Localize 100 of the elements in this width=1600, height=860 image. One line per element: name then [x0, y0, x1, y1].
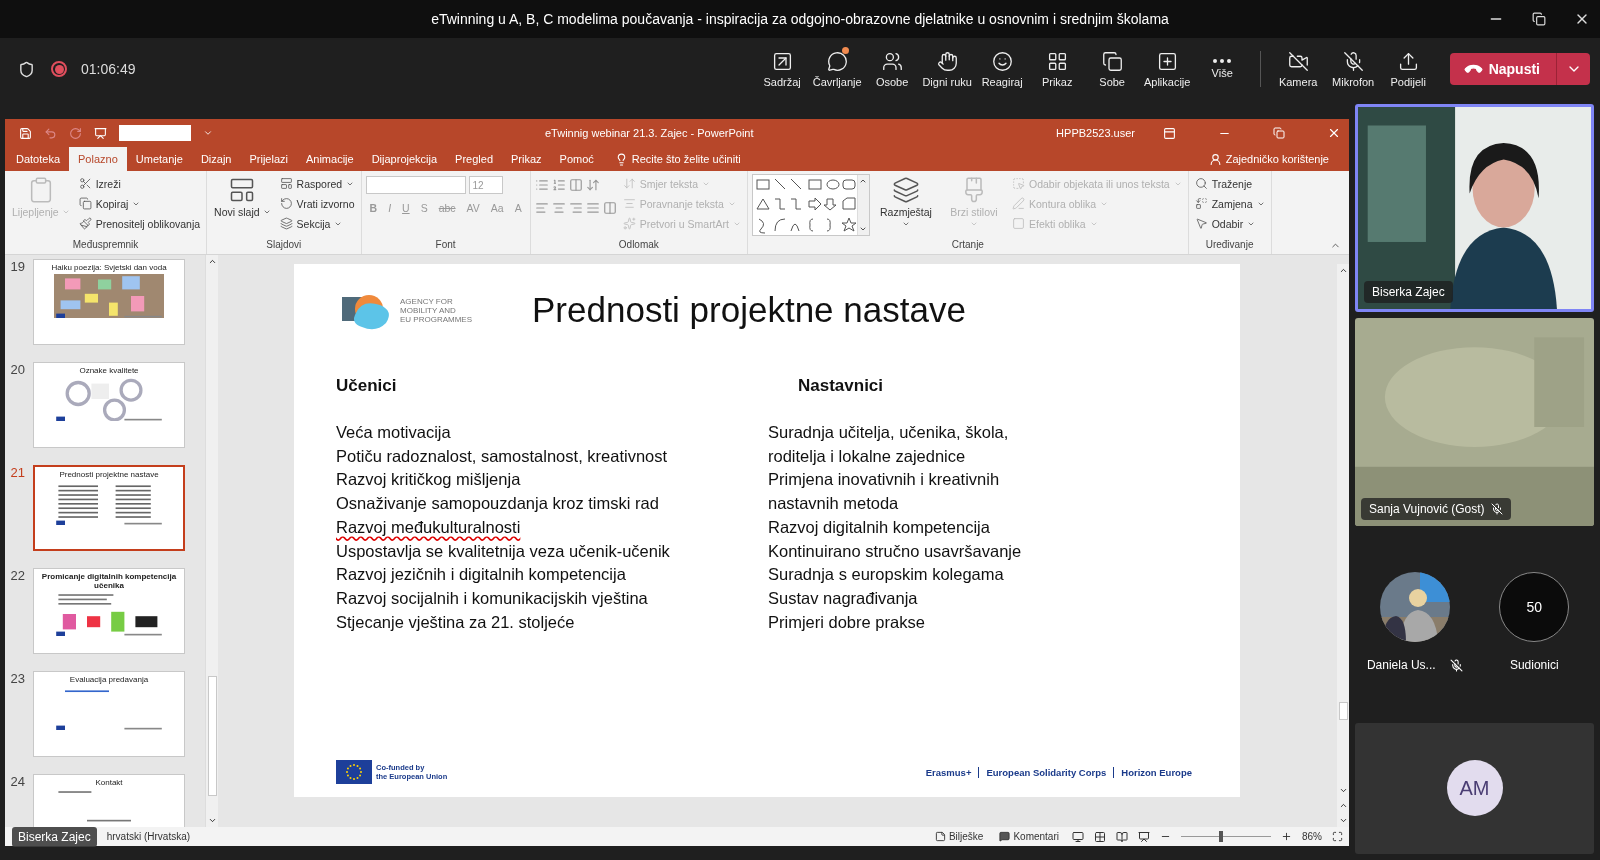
bullet-text: Veća motivacija [336, 422, 452, 443]
slide-thumbnail[interactable]: Promicanje digitalnih kompetencija učenika [33, 568, 185, 654]
comments-button[interactable]: Komentari [996, 831, 1062, 842]
bullet-text: Sustav nagrađivanja [768, 587, 919, 609]
slide-thumbnail[interactable]: Kontakt [33, 774, 185, 827]
toolbar-button[interactable]: Sobe [1084, 42, 1140, 96]
fit-icon[interactable] [1332, 831, 1343, 842]
sorter-view-icon[interactable] [1094, 830, 1106, 843]
notes-button[interactable]: Bilješke [931, 831, 987, 842]
video-tile[interactable]: AM [1355, 722, 1594, 854]
toolbar-button[interactable]: Više [1194, 42, 1250, 96]
slide-thumbnail[interactable]: Prednosti projektne nastave [33, 465, 185, 551]
participant-count[interactable]: 50 [1499, 572, 1570, 642]
ribbon-tab[interactable]: Animacije [296, 147, 363, 171]
font-field[interactable] [365, 176, 466, 194]
next-slide-icon[interactable] [1338, 816, 1348, 825]
eu-flag-icon [336, 760, 372, 784]
participant-name: Sudionici [1509, 658, 1559, 672]
ribbon-tab[interactable]: Pregled [446, 147, 502, 171]
ribbon-button[interactable]: Kopiraj [76, 194, 203, 213]
scroll-up-icon[interactable] [1338, 266, 1348, 275]
leave-options-button[interactable] [1556, 53, 1590, 85]
group-label: Odlomak [617, 239, 660, 252]
ribbon-button[interactable]: Odabir [1192, 214, 1267, 233]
ribbon-button[interactable]: Prenositelj oblikovanja [76, 214, 203, 233]
slide-thumbnail[interactable]: Evaluacija predavanja [33, 671, 185, 757]
restore-icon[interactable] [1532, 12, 1546, 26]
slide-number: 24 [9, 774, 25, 789]
copy-icon [78, 197, 92, 210]
scrollbar-thumb[interactable] [1338, 702, 1348, 720]
ribbon-tab[interactable]: Pomoć [550, 147, 603, 171]
scroll-up-icon[interactable] [207, 257, 217, 266]
user-name: HPPB2523.user [1056, 127, 1135, 139]
bullet-text: nastavnih metoda [768, 493, 900, 515]
share-button[interactable]: Zajedničko korištenje [1202, 147, 1335, 171]
ribbon-button[interactable]: Novi slajd [211, 174, 274, 239]
slide-thumbnail[interactable]: Oznake kvalitete [33, 362, 185, 448]
scroll-down-icon[interactable] [1338, 786, 1348, 795]
group-label: Međuspremnik [71, 239, 140, 252]
zoom-slider-thumb[interactable] [1219, 831, 1224, 842]
bullet-text: Potiču radoznalost, samostalnost, kreativnost [336, 445, 669, 467]
toolbar-button[interactable]: Mikrofon [1325, 42, 1381, 96]
ribbon-button[interactable]: Vrati izvorno [277, 194, 357, 213]
video-tile[interactable]: Biserka Zajec [1355, 104, 1594, 312]
toolbar-button[interactable]: Reagiraj [974, 42, 1030, 96]
ribbon-display-icon[interactable] [1163, 126, 1176, 140]
ribbon-tab[interactable]: Polazno [69, 147, 127, 171]
video-tile[interactable]: Sanja Vujnović (Gost) [1355, 318, 1594, 526]
select-icon [1011, 177, 1025, 190]
search-icon [1194, 177, 1208, 190]
scroll-up-icon[interactable] [859, 177, 868, 185]
ribbon-tab[interactable]: Prikaz [502, 147, 551, 171]
programme-name: Horizon Europe [1121, 766, 1192, 778]
reading-view-icon[interactable] [1116, 830, 1128, 843]
ribbon-tab[interactable]: Dijaprojekcija [362, 147, 447, 171]
toolbar-button[interactable]: Prikaz [1029, 42, 1085, 96]
bullet-text: Primjena inovativnih i kreativnih [768, 469, 1001, 491]
caret-icon[interactable] [203, 128, 213, 138]
normal-view-icon[interactable] [1072, 830, 1084, 843]
leave-button[interactable]: Napusti [1449, 53, 1556, 85]
programme-name: Erasmus+ [925, 766, 972, 778]
ribbon-tab[interactable]: Dizajn [191, 147, 241, 171]
ribbon-button[interactable]: Raspored [277, 174, 357, 193]
quick-access-field[interactable] [119, 125, 191, 141]
bullet-text: Razvoj kritičkog mišljenja [336, 469, 522, 491]
toolbar-button[interactable]: Digni ruku [919, 42, 975, 96]
ribbon-tab[interactable]: Prijelazi [240, 147, 297, 171]
ribbon-button[interactable]: Traženje [1192, 174, 1267, 193]
thumbnail-title: Promicanje digitalnih kompetencija učenika [40, 572, 178, 590]
scroll-down-icon[interactable] [859, 225, 868, 233]
ribbon-tab[interactable]: Datoteka [7, 147, 70, 171]
zoom-in-icon[interactable] [1281, 831, 1292, 842]
square-icon [1011, 217, 1025, 230]
tell-me-field[interactable]: Recite što želite učiniti [608, 147, 747, 171]
presentation-icon[interactable] [94, 126, 107, 140]
scroll-down-icon[interactable] [207, 816, 217, 825]
group-label: Uređivanje [1204, 239, 1255, 252]
ribbon-button[interactable]: Razmještaj [873, 174, 938, 239]
window-title: eTwinning u A, B, C modelima poučavanja - inspiracija za odgojno-obrazovne djelatnike u osnovnim i srednjim školama [431, 11, 1169, 27]
toolbar-button[interactable]: Aplikacije [1139, 42, 1195, 96]
toolbar-button[interactable]: Osobe [864, 42, 920, 96]
scrollbar-thumb[interactable] [207, 676, 217, 796]
thumbnail-title: Evaluacija predavanja [69, 675, 149, 684]
save-icon[interactable] [19, 126, 32, 140]
toolbar-button[interactable]: Kamera [1270, 42, 1326, 96]
toolbar-button[interactable]: Sadržaj [754, 42, 810, 96]
thumbnail-title: Prednosti projektne nastave [59, 470, 159, 479]
toolbar-button[interactable]: Čavrljanje [809, 42, 865, 96]
ribbon-button[interactable]: Sekcija [277, 214, 357, 233]
pen-icon [1011, 197, 1025, 210]
toolbar-button[interactable]: Podijeli [1380, 42, 1436, 96]
replace-icon [1194, 197, 1208, 210]
slideshow-icon[interactable] [1138, 830, 1150, 843]
ribbon-button[interactable]: Zamjena [1192, 194, 1267, 213]
more-icon [1213, 59, 1232, 63]
slide-thumbnail[interactable]: Haiku poezija: Svjetski dan voda [33, 259, 185, 345]
ribbon-tab[interactable]: Umetanje [126, 147, 192, 171]
slide-number: 21 [9, 465, 25, 480]
previous-slide-icon[interactable] [1338, 801, 1348, 810]
ribbon-button[interactable]: Izreži [76, 174, 203, 193]
